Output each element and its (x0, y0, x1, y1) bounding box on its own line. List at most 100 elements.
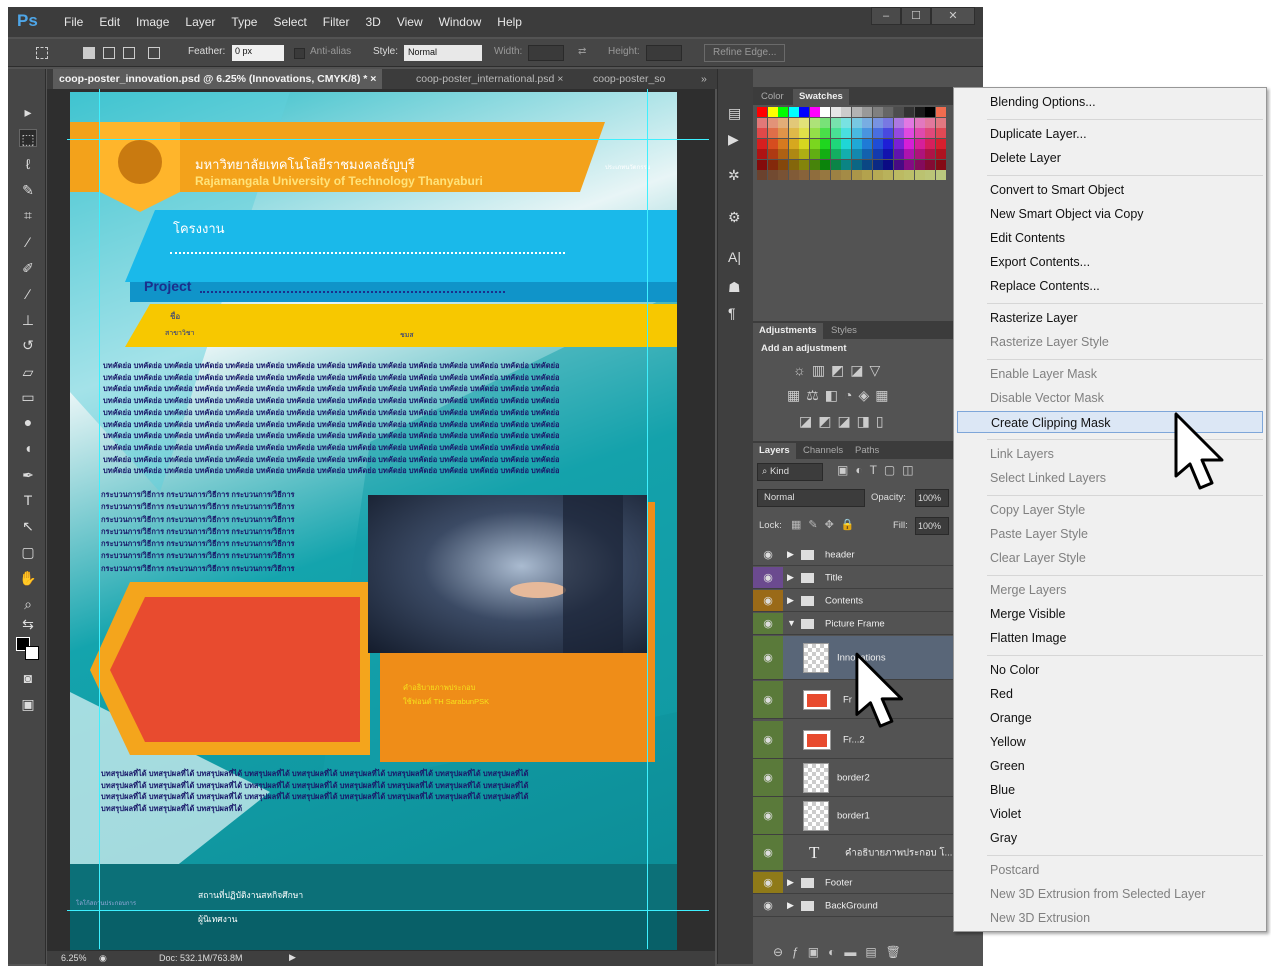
adjustment-icons-row-3[interactable]: ◪◩◪◨▯ (799, 413, 890, 430)
visibility-eye-icon[interactable]: ◉ (753, 567, 783, 588)
quick-select-icon[interactable]: ✎ (19, 181, 37, 199)
visibility-eye-icon[interactable]: ◉ (753, 835, 783, 870)
swatch[interactable] (925, 159, 935, 170)
tab-innovation[interactable]: coop-poster_innovation.psd @ 6.25% (Inno… (53, 69, 383, 89)
swatch[interactable] (904, 159, 914, 170)
visibility-eye-icon[interactable]: ◉ (753, 759, 783, 796)
swatch[interactable] (788, 138, 799, 149)
swatch[interactable] (893, 107, 904, 117)
swatch[interactable] (820, 107, 830, 117)
swatch[interactable] (767, 170, 778, 180)
swatch[interactable] (883, 107, 893, 117)
swatch[interactable] (788, 170, 799, 180)
guide-horizontal[interactable] (67, 910, 709, 911)
swatch[interactable] (872, 107, 883, 117)
innovations-photo[interactable] (368, 495, 647, 653)
swatch[interactable] (893, 159, 904, 170)
layer-row[interactable]: ◉ ▶ header (753, 544, 953, 566)
swatch[interactable] (778, 149, 788, 159)
character-icon[interactable]: A| (728, 249, 741, 265)
swatch[interactable] (820, 138, 830, 149)
swatch[interactable] (820, 149, 830, 159)
swatch[interactable] (883, 138, 893, 149)
swatch[interactable] (809, 117, 820, 128)
swatch[interactable] (935, 170, 946, 180)
visibility-eye-icon[interactable]: ◉ (753, 681, 783, 718)
tool-preset-icon[interactable]: ⚙ (728, 209, 741, 226)
menu-item-edit-contents[interactable]: Edit Contents (957, 227, 1263, 249)
swatch[interactable] (914, 117, 925, 128)
swatch[interactable] (767, 117, 778, 128)
swatch[interactable] (757, 159, 767, 170)
background-color[interactable] (25, 646, 39, 660)
paragraph-icon[interactable]: ¶ (728, 305, 736, 321)
swatch[interactable] (799, 159, 809, 170)
layer-row[interactable]: ◉ ▶ Footer (753, 872, 953, 894)
swatch[interactable] (767, 159, 778, 170)
swatch[interactable] (893, 117, 904, 128)
menu-item-merge-layers[interactable]: Merge Layers (957, 579, 1263, 601)
swatch[interactable] (788, 107, 799, 117)
swatch[interactable] (851, 107, 862, 117)
tab-adjustments[interactable]: Adjustments (753, 323, 823, 339)
swatch[interactable] (851, 170, 862, 180)
layer-row[interactable]: ◉ ▶ BackGround (753, 895, 953, 917)
swatch[interactable] (799, 138, 809, 149)
swatch[interactable] (830, 128, 841, 138)
visibility-eye-icon[interactable]: ◉ (753, 721, 783, 758)
subtract-selection-icon[interactable] (123, 47, 135, 59)
menu-window[interactable]: Window (431, 15, 490, 29)
expand-arrow-icon[interactable]: ▶ (787, 595, 794, 606)
marquee-tool-icon[interactable] (36, 47, 48, 59)
menu-item-flatten-image[interactable]: Flatten Image (957, 627, 1263, 649)
healing-brush-icon[interactable]: ✐ (19, 259, 37, 277)
swatch[interactable] (935, 117, 946, 128)
menu-item-merge-visible[interactable]: Merge Visible (957, 603, 1263, 625)
swatch[interactable] (872, 149, 883, 159)
swatch[interactable] (914, 170, 925, 180)
swatch[interactable] (830, 159, 841, 170)
swatch[interactable] (904, 107, 914, 117)
collapse-arrow-icon[interactable]: ▼ (787, 618, 796, 628)
intersect-selection-icon[interactable] (148, 47, 160, 59)
swatch[interactable] (851, 117, 862, 128)
color-swatch-icon[interactable] (16, 637, 42, 663)
swatch[interactable] (799, 149, 809, 159)
swatch[interactable] (820, 170, 830, 180)
swatch[interactable] (904, 170, 914, 180)
swatch[interactable] (809, 128, 820, 138)
menu-item-yellow[interactable]: Yellow (957, 731, 1263, 753)
swatch[interactable] (925, 107, 935, 117)
swatch[interactable] (935, 128, 946, 138)
menu-image[interactable]: Image (128, 15, 177, 29)
brush-preset-icon[interactable]: ✲ (728, 167, 740, 184)
swatch[interactable] (788, 159, 799, 170)
menu-item-duplicate-layer[interactable]: Duplicate Layer... (957, 123, 1263, 145)
menu-item-clear-layer-style[interactable]: Clear Layer Style (957, 547, 1263, 569)
tab-social[interactable]: coop-poster_so (587, 69, 679, 89)
swatch[interactable] (851, 128, 862, 138)
pen-tool-icon[interactable]: ✒ (19, 466, 37, 484)
eraser-icon[interactable]: ▱ (19, 363, 37, 381)
swatch[interactable] (778, 138, 788, 149)
swatch[interactable] (820, 159, 830, 170)
swatch[interactable] (872, 117, 883, 128)
swatch[interactable] (883, 128, 893, 138)
visibility-eye-icon[interactable]: ◉ (753, 895, 783, 916)
menu-help[interactable]: Help (489, 15, 530, 29)
swatch[interactable] (862, 159, 872, 170)
gradient-icon[interactable]: ▭ (19, 388, 37, 406)
swatch[interactable] (767, 107, 778, 117)
menu-item-rasterize-layer[interactable]: Rasterize Layer (957, 307, 1263, 329)
swatch[interactable] (935, 138, 946, 149)
swatch[interactable] (809, 138, 820, 149)
canvas-area[interactable]: มหาวิทยาลัยเทคโนโลยีราชมงคลธัญบุรี Rajam… (47, 89, 715, 951)
brush-tool-icon[interactable]: ∕ (19, 285, 37, 303)
hand-tool-icon[interactable]: ✋ (19, 569, 37, 587)
kind-filter[interactable]: ⌕ Kind (757, 463, 823, 481)
swatch[interactable] (757, 170, 767, 180)
swatch[interactable] (904, 117, 914, 128)
menu-item-replace-contents[interactable]: Replace Contents... (957, 275, 1263, 297)
swatch[interactable] (788, 117, 799, 128)
guide-vertical[interactable] (99, 89, 100, 949)
